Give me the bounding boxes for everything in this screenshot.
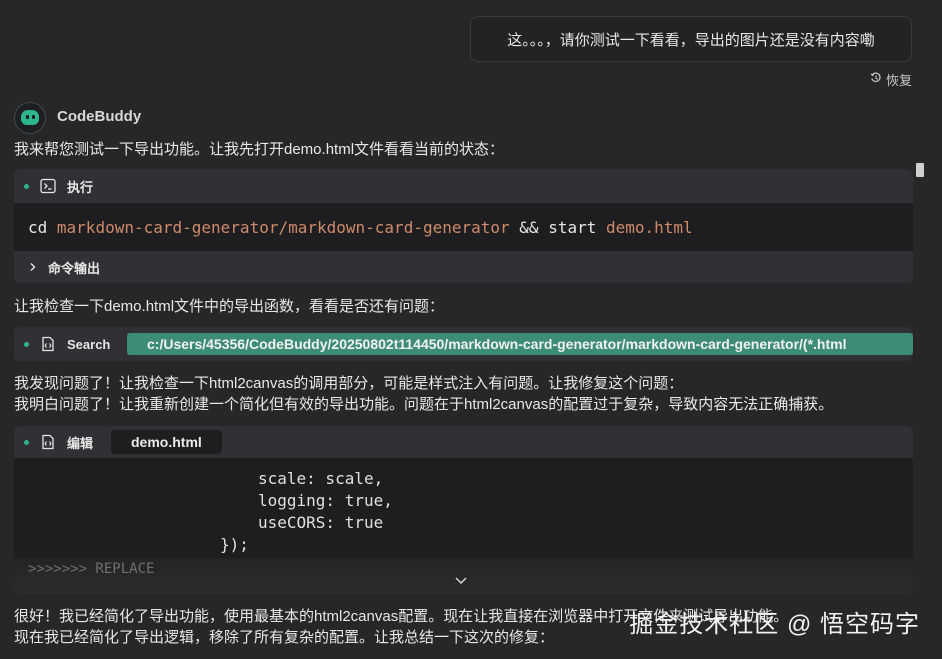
- code-line-faded: >>>>>>> REPLACE: [28, 561, 155, 577]
- edit-card-label: 编辑: [67, 435, 94, 451]
- assistant-avatar: [14, 102, 46, 134]
- command-output-label: 命令输出: [48, 260, 101, 276]
- expand-chevron-down-icon[interactable]: [454, 572, 468, 590]
- robot-eye-left: [26, 115, 29, 119]
- file-code-icon: [39, 335, 57, 353]
- command-part: && start: [509, 217, 606, 237]
- user-message-bubble: 这。。。，请你测试一下看看，导出的图片还是没有内容嘞: [470, 16, 912, 62]
- command-path: markdown-card-generator/markdown-card-ge…: [56, 217, 510, 237]
- search-card[interactable]: Search c:/Users/45356/CodeBuddy/20250802…: [14, 327, 913, 361]
- assistant-intro-text: 我来帮您测试一下导出功能。让我先打开demo.html文件看看当前的状态：: [14, 141, 505, 158]
- code-line: scale: scale,: [258, 469, 384, 488]
- scrollbar-thumb[interactable]: [916, 163, 924, 177]
- exec-card: 执行 cd markdown-card-generator/markdown-c…: [14, 169, 913, 283]
- command-part: cd: [28, 217, 57, 237]
- command-line: cd markdown-card-generator/markdown-card…: [14, 203, 913, 251]
- search-card-label: Search: [67, 336, 111, 352]
- restore-label: 恢复: [885, 73, 912, 88]
- status-dot: [24, 439, 29, 445]
- code-line: useCORS: true: [258, 513, 384, 532]
- edit-code-block: scale: scale, logging: true, useCORS: tr…: [14, 458, 913, 594]
- history-icon: [870, 72, 882, 87]
- code-line: logging: true,: [258, 491, 393, 510]
- assistant-name: CodeBuddy: [57, 108, 142, 125]
- assistant-text-6: 现在我已经简化了导出逻辑，移除了所有复杂的配置。让我总结一下这次的修复：: [14, 629, 555, 646]
- code-line: });: [220, 535, 249, 554]
- user-message-text: 这。。。，请你测试一下看看，导出的图片还是没有内容嘞: [507, 31, 875, 49]
- search-card-header[interactable]: Search c:/Users/45356/CodeBuddy/20250802…: [14, 327, 913, 361]
- assistant-text-2: 让我检查一下demo.html文件中的导出函数，看看是否还有问题：: [14, 298, 445, 315]
- chevron-right-icon: [28, 260, 38, 275]
- search-path: c:/Users/45356/CodeBuddy/20250802t114450…: [127, 333, 913, 355]
- command-file: demo.html: [605, 217, 693, 237]
- exec-card-header[interactable]: 执行: [14, 169, 913, 203]
- restore-button[interactable]: 恢复: [870, 70, 912, 89]
- assistant-text-3: 我发现问题了！让我检查一下html2canvas的调用部分，可能是样式注入有问题…: [14, 375, 684, 392]
- edit-card: 编辑 demo.html scale: scale, logging: true…: [14, 426, 913, 594]
- exec-card-label: 执行: [67, 179, 94, 195]
- robot-eye-right: [32, 115, 35, 119]
- command-output-toggle[interactable]: 命令输出: [14, 251, 913, 283]
- status-dot: [24, 183, 29, 189]
- edit-file-chip[interactable]: demo.html: [111, 430, 222, 454]
- terminal-icon: [39, 177, 57, 195]
- watermark: 掘金技术社区 @ 悟空码字: [629, 611, 920, 638]
- assistant-text-4: 我明白问题了！让我重新创建一个简化但有效的导出功能。问题在于html2canva…: [14, 396, 834, 413]
- edit-card-header[interactable]: 编辑 demo.html: [14, 426, 913, 458]
- status-dot: [24, 341, 29, 347]
- robot-icon: [21, 110, 39, 125]
- file-code-icon: [39, 433, 57, 451]
